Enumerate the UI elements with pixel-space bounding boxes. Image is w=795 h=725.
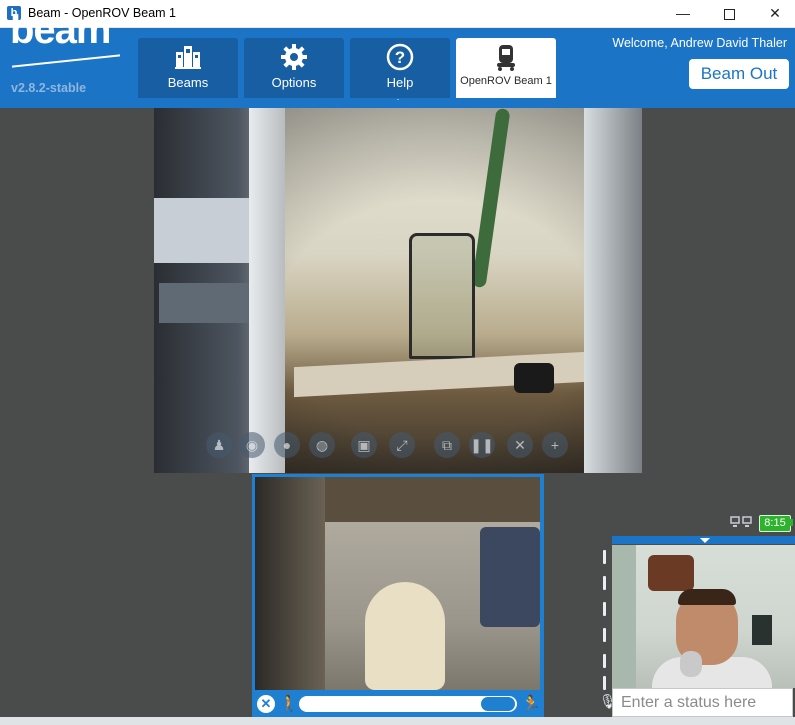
mic-level-meter	[600, 546, 610, 711]
shelf-lower	[159, 283, 249, 323]
speaker-icon[interactable]: ◉	[239, 432, 265, 458]
version-label: v2.8.2-stable	[11, 81, 87, 95]
registered-mark: ®	[106, 16, 112, 25]
self-camera-view	[612, 545, 795, 688]
camera-in-scene	[514, 363, 554, 393]
close-icon[interactable]: ✕	[507, 432, 533, 458]
pause-icon[interactable]: ❚❚	[469, 432, 495, 458]
maximize-icon	[723, 8, 735, 20]
tab-options[interactable]: Options	[244, 38, 344, 98]
welcome-message: Welcome, Andrew David Thaler	[612, 36, 787, 50]
rov-body	[365, 582, 445, 690]
speed-slider-handle[interactable]	[481, 697, 515, 711]
minimize-button[interactable]: —	[660, 0, 706, 27]
video-controls: ♟ ◉ ● ◍ ▣ ⤢ ⧉ ❚❚ ✕ +	[154, 428, 642, 464]
maximize-button[interactable]	[706, 0, 752, 27]
beam-out-button[interactable]: Beam Out	[689, 59, 789, 89]
fume-hood-frame	[249, 108, 285, 473]
mic-icon[interactable]: ●	[274, 432, 300, 458]
people-icon[interactable]: ♟	[206, 432, 232, 458]
user-hair	[678, 589, 736, 605]
wall-frame	[752, 615, 772, 645]
fume-hood-right	[584, 108, 642, 473]
door	[612, 545, 636, 688]
beams-building-icon	[138, 42, 238, 72]
tab-help[interactable]: ? Help	[350, 38, 450, 98]
header-strip	[0, 100, 795, 108]
shelf-equipment	[255, 477, 325, 690]
beam-logo: beam	[10, 8, 111, 52]
microphone	[680, 651, 702, 677]
status-input[interactable]	[612, 688, 793, 717]
green-hose	[471, 108, 511, 289]
gear-icon	[244, 42, 344, 72]
tab-help-label: Help	[386, 75, 414, 90]
fullscreen-icon[interactable]: ⤢	[389, 432, 415, 458]
floor-equipment	[325, 477, 540, 522]
tab-beams[interactable]: Beams	[138, 38, 238, 98]
battery-nub	[790, 519, 793, 526]
secondary-camera-view[interactable]	[255, 477, 540, 690]
close-secondary-button[interactable]: ✕	[257, 695, 275, 713]
test-tank	[409, 233, 475, 359]
window-bottom-edge	[0, 717, 795, 725]
battery-indicator: 8:15	[759, 515, 791, 532]
add-icon[interactable]: +	[542, 432, 568, 458]
drive-control-bar: ✕ 🚶 🏃	[255, 692, 541, 716]
window-title-bar: b Beam - OpenROV Beam 1 — ✕	[0, 0, 795, 28]
main-camera-view[interactable]	[154, 108, 642, 473]
walk-icon: 🚶	[279, 696, 299, 713]
person-legs	[480, 527, 540, 627]
run-icon: 🏃	[521, 696, 541, 713]
svg-text:?: ?	[395, 48, 405, 67]
close-window-button[interactable]: ✕	[752, 0, 795, 27]
screen-share-icon[interactable]: ▣	[351, 432, 377, 458]
tab-options-label: Options	[271, 75, 317, 90]
pin-icon[interactable]: ◍	[309, 432, 335, 458]
network-icon	[730, 516, 752, 528]
tab-beams-label: Beams	[167, 75, 209, 90]
layout-icon[interactable]: ⧉	[434, 432, 460, 458]
self-view-caret-icon[interactable]	[700, 538, 710, 543]
question-circle-icon: ?	[350, 42, 450, 72]
shelf-containers	[154, 198, 249, 263]
tab-openrov-beam-1[interactable]: OpenROV Beam 1	[456, 38, 556, 98]
robot-icon	[456, 42, 556, 72]
wall-basket	[648, 555, 694, 591]
tab-openrov-label: OpenROV Beam 1	[460, 75, 552, 87]
